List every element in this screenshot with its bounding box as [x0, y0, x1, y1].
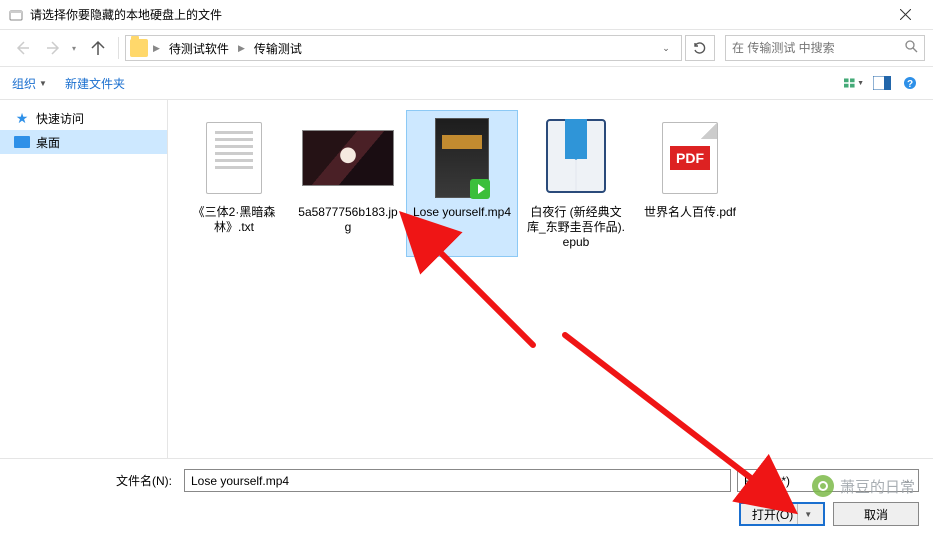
command-bar: 组织 ▼ 新建文件夹 ▼ ? [0, 66, 933, 100]
close-icon [900, 9, 911, 20]
preview-pane-button[interactable] [871, 72, 893, 94]
view-options-button[interactable]: ▼ [843, 72, 865, 94]
history-dropdown[interactable]: ▾ [72, 44, 80, 53]
organize-label: 组织 [12, 75, 36, 92]
chevron-right-icon: ▶ [152, 43, 161, 54]
address-bar[interactable]: ▶ 待测试软件 ▶ 传输测试 ⌄ [125, 35, 682, 61]
help-button[interactable]: ? [899, 72, 921, 94]
file-label: 世界名人百传.pdf [644, 205, 736, 220]
separator [118, 37, 119, 59]
file-item[interactable]: 白夜行 (新经典文库_东野圭吾作品).epub [520, 110, 632, 257]
desktop-icon [14, 134, 30, 150]
pane-icon [873, 76, 891, 90]
watermark: 萧豆的日常 [812, 475, 915, 497]
image-thumbnail [302, 130, 394, 186]
cancel-button[interactable]: 取消 [833, 502, 919, 526]
video-thumbnail [435, 118, 489, 198]
breadcrumb-segment[interactable]: 传输测试 [250, 38, 306, 59]
refresh-button[interactable] [685, 35, 715, 61]
dialog-footer: 文件名(N): Files(*.*) ⌄ 打开(O) ▼ 取消 [0, 458, 933, 540]
close-button[interactable] [885, 0, 925, 30]
search-icon [905, 40, 918, 56]
sidebar-item-label: 快速访问 [36, 110, 84, 127]
folder-icon [130, 39, 148, 57]
pdf-icon: PDF [662, 122, 718, 194]
svg-text:?: ? [907, 79, 913, 90]
sidebar-item-desktop[interactable]: 桌面 [0, 130, 167, 154]
arrow-left-icon [14, 40, 30, 56]
view-icon [844, 76, 856, 90]
organize-button[interactable]: 组织 ▼ [12, 75, 47, 92]
back-button[interactable] [8, 34, 36, 62]
file-label: 5a5877756b183.jpg [297, 205, 399, 235]
search-input[interactable] [732, 41, 905, 55]
search-box[interactable] [725, 35, 925, 61]
sidebar-item-label: 桌面 [36, 134, 60, 151]
text-file-icon [206, 122, 262, 194]
sidebar: ★ 快速访问 桌面 [0, 100, 168, 458]
sidebar-item-quickaccess[interactable]: ★ 快速访问 [0, 106, 167, 130]
filename-label: 文件名(N): [14, 472, 178, 489]
address-dropdown[interactable]: ⌄ [655, 43, 677, 54]
arrow-up-icon [90, 40, 106, 56]
open-button[interactable]: 打开(O) ▼ [739, 502, 825, 526]
refresh-icon [693, 41, 707, 55]
file-item-selected[interactable]: Lose yourself.mp4 [406, 110, 518, 257]
arrow-right-icon [46, 40, 62, 56]
file-label: Lose yourself.mp4 [413, 205, 511, 220]
breadcrumb-segment[interactable]: 待测试软件 [165, 38, 233, 59]
new-folder-button[interactable]: 新建文件夹 [65, 75, 125, 92]
play-icon [470, 179, 490, 199]
window-title: 请选择你要隐藏的本地硬盘上的文件 [30, 6, 885, 23]
app-icon [8, 7, 24, 23]
up-button[interactable] [84, 34, 112, 62]
ebook-icon [541, 119, 611, 197]
newfolder-label: 新建文件夹 [65, 75, 125, 92]
filename-input[interactable] [184, 469, 731, 492]
cancel-label: 取消 [864, 506, 888, 523]
file-label: 白夜行 (新经典文库_东野圭吾作品).epub [525, 205, 627, 250]
filetype-value: Files(*.*) [744, 474, 790, 488]
pdf-badge: PDF [670, 146, 710, 170]
file-item[interactable]: PDF 世界名人百传.pdf [634, 110, 746, 257]
file-label: 《三体2·黑暗森林》.txt [183, 205, 285, 235]
file-list[interactable]: 《三体2·黑暗森林》.txt 5a5877756b183.jpg Lose yo… [168, 100, 933, 458]
chevron-down-icon: ▼ [797, 504, 812, 524]
wechat-icon [812, 475, 834, 497]
open-label: 打开(O) [752, 506, 793, 523]
star-icon: ★ [14, 110, 30, 126]
file-item[interactable]: 《三体2·黑暗森林》.txt [178, 110, 290, 257]
forward-button[interactable] [40, 34, 68, 62]
chevron-right-icon: ▶ [237, 43, 246, 54]
help-icon: ? [903, 76, 917, 90]
nav-bar: ▾ ▶ 待测试软件 ▶ 传输测试 ⌄ [0, 30, 933, 66]
file-item[interactable]: 5a5877756b183.jpg [292, 110, 404, 257]
watermark-text: 萧豆的日常 [840, 476, 915, 497]
title-bar: 请选择你要隐藏的本地硬盘上的文件 [0, 0, 933, 30]
